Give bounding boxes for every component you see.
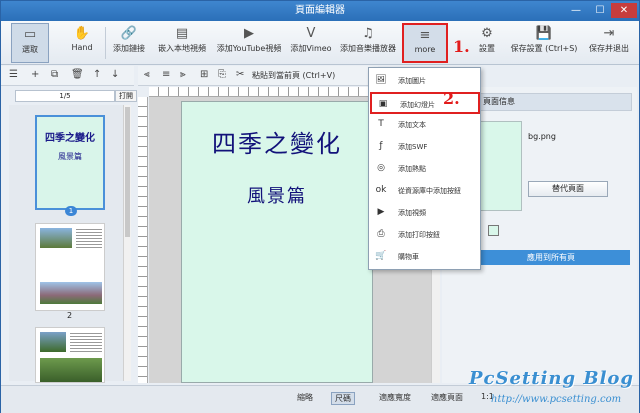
menu-item-add-video[interactable]: ▶ 添加視頻 bbox=[370, 202, 480, 224]
thumbnail-image bbox=[40, 332, 66, 352]
page-editor-window: 頁面編輯器 — ☐ ✕ ▭ 選取 ✋ Hand 🔗 添加鏈接 ▤ 嵌入本地視頻 … bbox=[0, 0, 640, 413]
select-icon: ▭ bbox=[23, 27, 37, 42]
hotspot-icon: ◎ bbox=[377, 163, 385, 173]
ok-button-icon: ok bbox=[375, 185, 387, 195]
cart-icon: 🛒 bbox=[375, 251, 387, 261]
more-dropdown-menu: 🖼 添加圖片 ▣ 添加幻燈片 T 添加文本 ƒ 添加SWF ◎ 添加熱點 ok … bbox=[368, 67, 481, 270]
size-view-button[interactable]: 尺碼 bbox=[331, 392, 355, 405]
video-icon: ▶ bbox=[377, 207, 385, 217]
printer-icon: ⎙ bbox=[377, 229, 385, 239]
embed-video-button[interactable]: ▤ 嵌入本地視頻 bbox=[155, 23, 209, 63]
menu-item-add-hotspot[interactable]: ◎ 添加熱點 bbox=[370, 158, 480, 180]
fit-width-button[interactable]: 適應寬度 bbox=[379, 392, 411, 403]
save-icon: 💾 bbox=[535, 26, 553, 41]
page-title[interactable]: 四季之變化 bbox=[182, 124, 372, 159]
exit-icon: ⇥ bbox=[603, 26, 615, 41]
thumbnail-text bbox=[76, 229, 102, 249]
page-thumbnail-1[interactable]: 四季之變化 風景篇 bbox=[35, 115, 105, 210]
background-filename: bg.png bbox=[528, 132, 556, 141]
select-tool-button[interactable]: ▭ 選取 bbox=[11, 23, 49, 63]
add-youtube-button[interactable]: ▶ 添加YouTube視頻 bbox=[213, 23, 285, 63]
menu-item-add-text[interactable]: T 添加文本 bbox=[370, 114, 480, 136]
page-thumbnails: 四季之變化 風景篇 1 2 bbox=[9, 105, 127, 383]
step-1-annotation: 1. bbox=[453, 37, 470, 56]
window-title: 頁面編輯器 bbox=[295, 5, 345, 16]
add-vimeo-button[interactable]: V 添加Vimeo bbox=[289, 23, 333, 63]
minimize-button[interactable]: — bbox=[565, 3, 587, 18]
watermark-url: http://www.pcsetting.com bbox=[491, 394, 622, 405]
menu-item-add-button-from-library[interactable]: ok 從資源庫中添加按鈕 bbox=[370, 180, 480, 202]
cut-icon[interactable]: ✂ bbox=[236, 69, 244, 80]
close-button[interactable]: ✕ bbox=[611, 3, 637, 18]
menu-item-add-slideshow[interactable]: ▣ 添加幻燈片 bbox=[370, 92, 480, 114]
edit-page[interactable]: 四季之變化 風景篇 bbox=[181, 101, 373, 383]
film-icon: ▤ bbox=[175, 26, 189, 41]
more-icon: ≡ bbox=[419, 28, 431, 43]
page-thumbnail-2[interactable] bbox=[35, 223, 105, 311]
background-color-swatch[interactable] bbox=[488, 225, 499, 236]
gear-icon: ⚙ bbox=[481, 26, 493, 41]
page-thumbnail-3[interactable] bbox=[35, 327, 105, 383]
page-number-badge: 1 bbox=[65, 206, 77, 216]
apply-to-all-pages-button[interactable]: 應用到所有頁 bbox=[472, 250, 630, 265]
music-note-icon: ♫ bbox=[362, 26, 374, 41]
save-and-exit-button[interactable]: ⇥ 保存并退出 bbox=[583, 23, 635, 63]
paste-to-page-button[interactable]: 粘貼到當前頁 (Ctrl+V) bbox=[252, 70, 335, 81]
more-button[interactable]: ≡ more bbox=[402, 23, 448, 63]
add-link-button[interactable]: 🔗 添加鏈接 bbox=[109, 23, 149, 63]
align-left-icon[interactable]: ⫷ bbox=[144, 69, 150, 80]
replace-page-button[interactable]: 替代頁面 bbox=[528, 181, 608, 197]
thumbnail-scrollbar[interactable] bbox=[123, 105, 131, 381]
thumbnail-view-button[interactable]: 縮略 bbox=[297, 392, 313, 403]
thumbnail-text bbox=[70, 333, 102, 353]
delete-page-icon[interactable]: 🗑 bbox=[71, 69, 84, 80]
flash-icon: ƒ bbox=[379, 141, 383, 151]
page-subtitle[interactable]: 風景篇 bbox=[182, 182, 372, 208]
hand-tool-button[interactable]: ✋ Hand bbox=[63, 23, 101, 63]
add-page-icon[interactable]: + bbox=[31, 69, 39, 80]
vimeo-icon: V bbox=[306, 26, 316, 41]
open-page-button[interactable]: 打開 bbox=[115, 90, 137, 102]
page-number-field[interactable]: 1/5 bbox=[15, 90, 115, 102]
thumbnail-image bbox=[40, 358, 102, 382]
menu-item-add-image[interactable]: 🖼 添加圖片 bbox=[370, 70, 480, 92]
settings-button[interactable]: ⚙ 設置 bbox=[471, 23, 503, 63]
link-icon: 🔗 bbox=[120, 26, 138, 41]
watermark-logo: PcSetting Blog bbox=[469, 368, 634, 389]
menu-item-shopping-cart[interactable]: 🛒 購物車 bbox=[370, 246, 480, 268]
fit-page-button[interactable]: 適應頁面 bbox=[431, 392, 463, 403]
menu-item-add-print-button[interactable]: ⎙ 添加打印按鈕 bbox=[370, 224, 480, 246]
duplicate-page-icon[interactable]: ⧉ bbox=[51, 69, 58, 80]
slideshow-icon: ▣ bbox=[378, 99, 388, 109]
toolbar-divider bbox=[105, 27, 106, 59]
page-pager: 1/5 打開 bbox=[9, 90, 137, 102]
maximize-button[interactable]: ☐ bbox=[589, 3, 611, 18]
align-right-icon[interactable]: ⫸ bbox=[180, 69, 186, 80]
vertical-ruler bbox=[138, 97, 148, 383]
align-center-icon[interactable]: ≡ bbox=[162, 69, 170, 80]
canvas-toolbar: ⫷ ≡ ⫸ ⊞ ⎘ ✂ 粘貼到當前頁 (Ctrl+V) bbox=[138, 66, 378, 86]
move-down-icon[interactable]: ↓ bbox=[111, 69, 119, 80]
page-list-toolbar: ☰ + ⧉ 🗑 ↑ ↓ bbox=[1, 66, 134, 86]
title-bar: 頁面編輯器 — ☐ ✕ bbox=[1, 1, 639, 21]
page-number-label: 2 bbox=[67, 311, 73, 320]
menu-item-add-swf[interactable]: ƒ 添加SWF bbox=[370, 136, 480, 158]
youtube-icon: ▶ bbox=[244, 26, 254, 41]
hand-icon: ✋ bbox=[73, 26, 91, 41]
main-toolbar: ▭ 選取 ✋ Hand 🔗 添加鏈接 ▤ 嵌入本地視頻 ▶ 添加YouTube視… bbox=[1, 21, 639, 65]
thumbnail-image bbox=[40, 228, 72, 248]
text-icon: T bbox=[378, 119, 384, 129]
image-icon: 🖼 bbox=[375, 75, 387, 85]
add-audio-player-button[interactable]: ♫ 添加音樂播放器 bbox=[337, 23, 399, 63]
list-icon[interactable]: ☰ bbox=[9, 69, 18, 80]
move-up-icon[interactable]: ↑ bbox=[93, 69, 101, 80]
thumbnail-image bbox=[40, 282, 102, 304]
copy-icon[interactable]: ⎘ bbox=[218, 69, 226, 80]
distribute-icon[interactable]: ⊞ bbox=[200, 69, 208, 80]
step-2-annotation: 2. bbox=[443, 89, 460, 108]
save-settings-button[interactable]: 💾 保存設置 (Ctrl+S) bbox=[509, 23, 579, 63]
